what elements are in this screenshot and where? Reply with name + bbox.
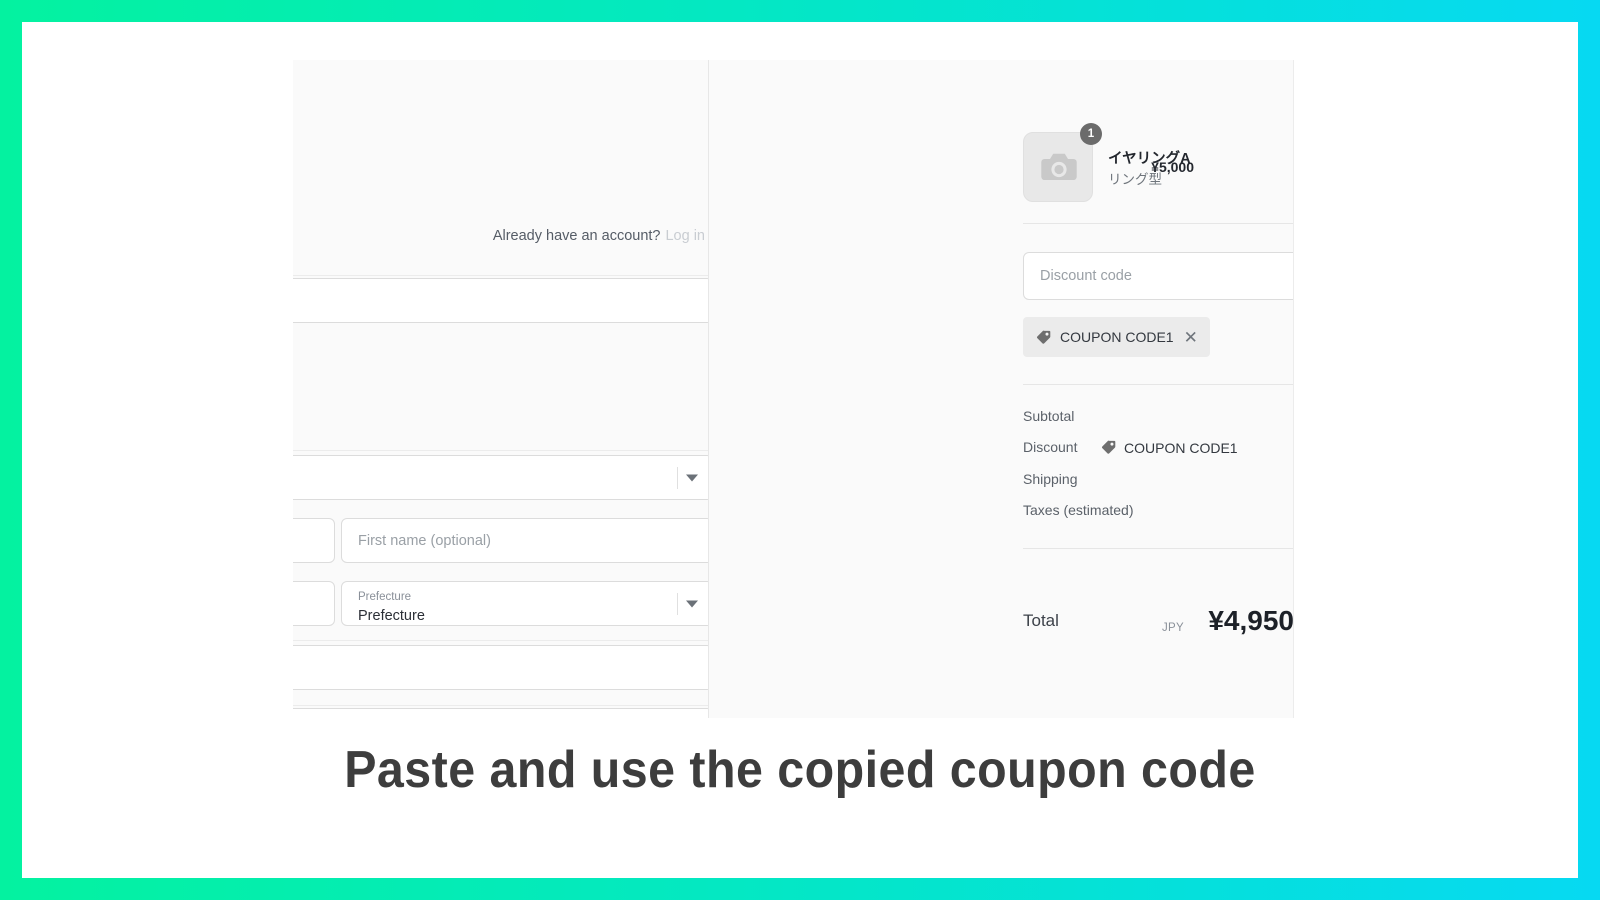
select-separator <box>677 592 678 615</box>
city-input[interactable] <box>293 581 335 626</box>
form-divider-lower <box>293 640 708 641</box>
form-divider-top <box>293 275 708 276</box>
summary-label: Shipping <box>1023 471 1078 487</box>
summary-row-taxes: Taxes (estimated) ¥450 <box>1023 502 1294 522</box>
order-summary-panel: 1 イヤリングA リング型 ¥5,000 Discount code Apply… <box>709 60 1294 718</box>
prefecture-select-label: Prefecture <box>358 591 412 603</box>
log-in-link[interactable]: Log in <box>665 228 705 244</box>
camera-icon <box>1041 153 1077 180</box>
summary-discount-code-label: COUPON CODE1 <box>1124 439 1238 456</box>
prefecture-select-value: Prefecture <box>358 608 425 624</box>
country-select[interactable] <box>293 455 708 500</box>
total-currency: JPY <box>1162 622 1184 634</box>
checkout-form-panel: 3 Already have an account?Log in <box>293 60 708 718</box>
summary-row-subtotal: Subtotal ¥5,000 <box>1023 408 1294 428</box>
product-thumbnail <box>1023 132 1093 202</box>
product-price: ¥5,000 <box>1151 159 1194 175</box>
chevron-down-icon[interactable] <box>686 474 698 481</box>
chevron-down-icon[interactable] <box>686 600 698 607</box>
remove-coupon-close-icon[interactable]: ✕ <box>1184 329 1198 346</box>
caption-text: Paste and use the copied coupon code <box>344 741 1256 799</box>
discount-code-placeholder: Discount code <box>1040 268 1132 284</box>
product-thumbnail-wrapper: 1 <box>1023 123 1102 202</box>
total-label: Total <box>1023 611 1059 630</box>
panel-right-edge <box>1293 60 1294 718</box>
tag-icon <box>1102 440 1116 454</box>
form-divider-middle <box>293 450 708 451</box>
summary-label: Taxes (estimated) <box>1023 502 1134 518</box>
phone-input[interactable] <box>293 708 708 718</box>
summary-label: Discount <box>1023 439 1078 455</box>
account-prompt-row: Already have an account? Log in <box>493 228 705 244</box>
address-input[interactable] <box>293 645 708 690</box>
white-canvas: 3 Already have an account?Log in <box>22 22 1578 878</box>
applied-coupon-label: COUPON CODE1 <box>1060 329 1174 345</box>
summary-divider-product <box>1023 223 1294 224</box>
first-name-placeholder: First name (optional) <box>358 532 491 549</box>
total-value: ¥4,950 <box>1208 605 1294 636</box>
last-name-input[interactable] <box>293 518 335 563</box>
summary-label: Subtotal <box>1023 408 1075 424</box>
first-name-input[interactable]: First name (optional) <box>341 518 708 563</box>
discount-code-input[interactable]: Discount code <box>1023 252 1294 300</box>
form-divider-bottom <box>293 705 708 706</box>
checkout-screenshot: 3 Already have an account?Log in <box>293 60 1294 718</box>
summary-discount-code: COUPON CODE1 <box>1100 439 1238 456</box>
summary-row-shipping: Shipping Calculated at next step <box>1023 471 1294 491</box>
summary-divider-discount <box>1023 384 1294 385</box>
summary-row-discount: Discount COUPON CODE1 - ¥500 <box>1023 439 1294 459</box>
tag-icon <box>1037 330 1051 344</box>
select-separator <box>677 466 678 489</box>
gradient-frame: 3 Already have an account?Log in <box>0 0 1600 900</box>
email-field[interactable] <box>293 278 708 323</box>
prefecture-select[interactable]: Prefecture Prefecture <box>341 581 708 626</box>
quantity-badge: 1 <box>1080 123 1102 145</box>
summary-divider-total <box>1023 548 1294 549</box>
account-prompt-label: Already have an account? <box>492 228 661 244</box>
applied-coupon-chip[interactable]: COUPON CODE1 ✕ <box>1023 317 1210 357</box>
